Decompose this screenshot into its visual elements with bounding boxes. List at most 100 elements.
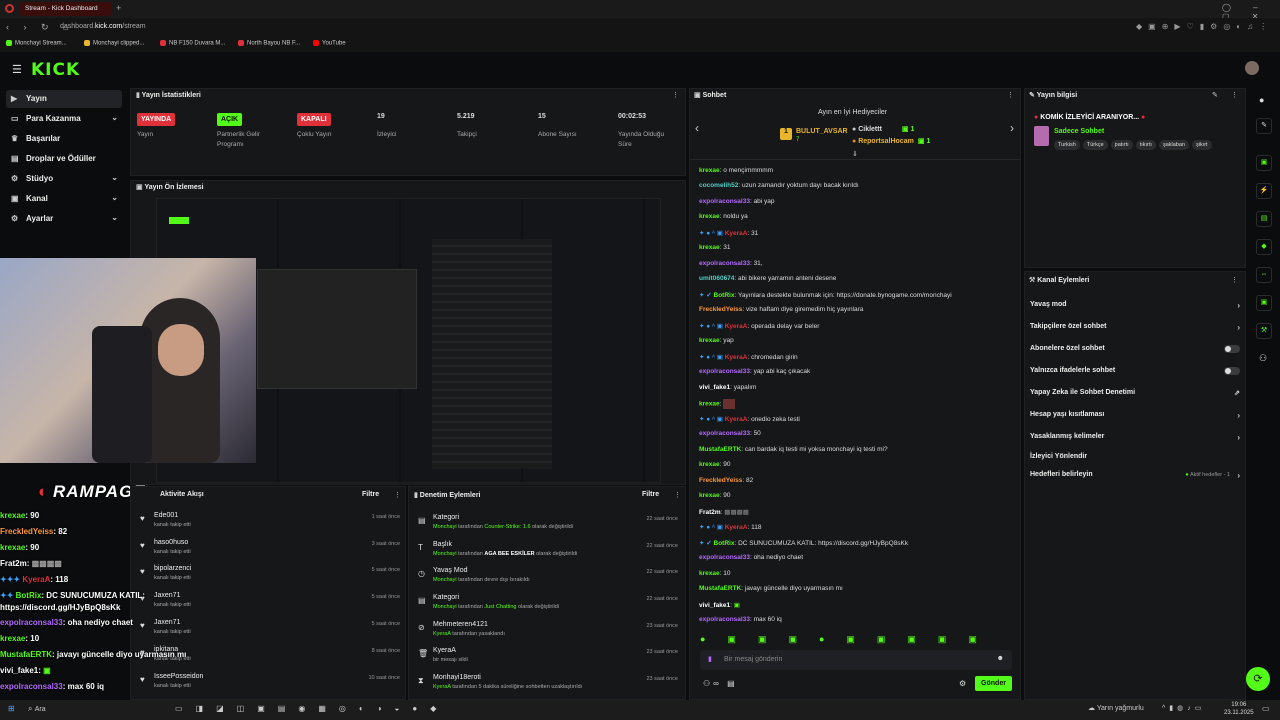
chat-input[interactable]: ▮ Bir mesaj gönderin ☻	[700, 650, 1012, 670]
chat-user[interactable]: vivi_fake1	[699, 384, 730, 391]
rail-button-7[interactable]: ⚒	[1256, 323, 1272, 339]
chat-user[interactable]: krexae	[699, 492, 720, 499]
chat-user[interactable]: expolraconsal33	[699, 368, 750, 375]
browser-menu-icon[interactable]	[5, 4, 14, 13]
chat-user[interactable]: krexae	[699, 461, 720, 468]
chat-user[interactable]: FreckledYeiss	[699, 477, 742, 484]
help-button[interactable]: ⟳	[1246, 667, 1270, 691]
rail-button-2[interactable]: ⚡	[1256, 183, 1272, 199]
chat-user[interactable]: MustafaERTK	[699, 446, 741, 453]
chat-user[interactable]: KyeraA	[725, 230, 748, 237]
emote-only-toggle[interactable]	[1224, 367, 1240, 375]
send-button[interactable]: Gönder	[975, 676, 1012, 691]
action-followers-only[interactable]: Takipçilere özel sohbet ›	[1030, 323, 1240, 343]
chat-user[interactable]: BotRix	[714, 292, 735, 299]
stats-more-icon[interactable]: ⋮	[672, 91, 679, 99]
tag[interactable]: tıkırtı	[1135, 140, 1156, 150]
chat-user[interactable]: expolraconsal33	[699, 616, 750, 623]
edit-icon[interactable]: ✎	[1212, 91, 1218, 99]
taskbar-apps[interactable]: ▭◨◪◫▣▤◉▦◎◐◑◒●◆	[175, 704, 449, 713]
chat-user[interactable]: KyeraA	[725, 416, 748, 423]
sidebar-item-droplar[interactable]: ▤ Droplar ve Ödüller	[6, 150, 122, 168]
chat-more-icon[interactable]: ⋮	[1007, 91, 1014, 99]
channel-actions-more-icon[interactable]: ⋮	[1231, 276, 1238, 284]
sidebar-item-studyo[interactable]: ⚙ Stüdyo ⌄	[6, 170, 122, 188]
notification-icon[interactable]: ▭	[1262, 704, 1270, 713]
tag[interactable]: Turkish	[1054, 140, 1080, 150]
chat-user[interactable]: expolraconsal33	[699, 554, 750, 561]
chat-user[interactable]: krexae	[699, 401, 720, 408]
moderation-more-icon[interactable]: ⋮	[674, 491, 681, 499]
chat-tools[interactable]: ⚇∞ ▤	[703, 679, 738, 688]
sidebar-item-basarilar[interactable]: ♛ Başarılar	[6, 130, 122, 148]
chat-user[interactable]: KyeraA	[725, 354, 748, 361]
extension-icons[interactable]: ◆▣⊕▶♡▮⚙◎◐♫⋮	[1136, 22, 1273, 31]
action-account-age[interactable]: Hesap yaşı kısıtlaması ›	[1030, 411, 1240, 431]
tag[interactable]: Türkçe	[1082, 140, 1108, 150]
activity-more-icon[interactable]: ⋮	[394, 491, 401, 499]
chat-user[interactable]: KyeraA	[725, 323, 748, 330]
new-tab-button[interactable]: +	[116, 3, 121, 13]
start-icon[interactable]: ⊞	[8, 704, 15, 713]
weather-widget[interactable]: ☁ Yarın yağmurlu	[1088, 704, 1144, 712]
chevron-down-icon[interactable]: ⇓	[852, 150, 858, 158]
rail-button-4[interactable]: ◆	[1256, 239, 1272, 255]
chat-user[interactable]: expolraconsal33	[699, 198, 750, 205]
chat-user[interactable]: krexae	[699, 244, 720, 251]
taskbar-search[interactable]: ⌕ Ara	[28, 704, 46, 714]
action-banned-words[interactable]: Yasaklanmış kelimeler ›	[1030, 433, 1240, 453]
menu-icon[interactable]: ☰	[12, 63, 22, 76]
stream-category[interactable]: Sadece Sohbet	[1054, 128, 1104, 135]
subs-only-toggle[interactable]	[1224, 345, 1240, 353]
browser-tab[interactable]: Stream - Kick Dashboard	[20, 2, 112, 16]
info-icon[interactable]: ●	[1259, 95, 1264, 105]
chat-user[interactable]: cocomelih52	[699, 182, 738, 189]
action-goals[interactable]: Hedefleri belirleyin ● Aktif hedefler - 1…	[1030, 471, 1240, 491]
sidebar-item-kanal[interactable]: ▣ Kanal ⌄	[6, 190, 122, 208]
emoji-icon[interactable]: ☻	[997, 655, 1004, 662]
tag[interactable]: şikırt	[1191, 140, 1212, 150]
emote-bar[interactable]: ●▣▣▣●▣▣▣▣▣	[700, 634, 1012, 645]
chat-user[interactable]: krexae	[699, 337, 720, 344]
chat-user[interactable]: krexae	[699, 570, 720, 577]
tag[interactable]: patırtı	[1110, 140, 1133, 150]
sidebar-item-para-kazanma[interactable]: ▭ Para Kazanma ⌄	[6, 110, 122, 128]
moderation-filter-button[interactable]: Filtre	[642, 491, 659, 498]
stream-info-more-icon[interactable]: ⋮	[1231, 91, 1238, 99]
activity-filter-button[interactable]: Filtre	[362, 491, 379, 498]
bookmark-2[interactable]: NB F150 Duvara M...	[160, 40, 225, 47]
url-field[interactable]: dashboard.kick.com/stream	[60, 23, 146, 30]
rail-button-3[interactable]: ▤	[1256, 211, 1272, 227]
action-raid[interactable]: İzleyici Yönlendir	[1030, 453, 1240, 473]
sidebar-item-ayarlar[interactable]: ⚙ Ayarlar ⌄	[6, 210, 122, 228]
rail-button-edit[interactable]: ✎	[1256, 118, 1272, 134]
chat-user[interactable]: MustafaERTK	[699, 585, 741, 592]
chat-user[interactable]: expolraconsal33	[699, 430, 750, 437]
chat-user[interactable]: umit060674	[699, 275, 734, 282]
rail-extra-icon[interactable]: ⚇	[1259, 353, 1267, 364]
bookmark-4[interactable]: YouTube	[313, 40, 346, 47]
sidebar-item-yayin[interactable]: ▶ Yayın	[6, 90, 122, 108]
chat-user[interactable]: krexae	[699, 167, 720, 174]
kick-logo[interactable]: KICK	[31, 60, 80, 80]
bookmark-3[interactable]: North Bayou NB F...	[238, 40, 300, 47]
action-ai-moderation[interactable]: Yapay Zeka ile Sohbet Denetimi ⇗	[1030, 389, 1240, 409]
chat-user[interactable]: krexae	[699, 213, 720, 220]
chevron-right-icon[interactable]: ›	[1010, 121, 1014, 135]
rail-button-6[interactable]: ▣	[1256, 295, 1272, 311]
tag[interactable]: şaklaban	[1158, 140, 1189, 150]
rail-button-1[interactable]: ▣	[1256, 155, 1272, 171]
system-tray[interactable]: ^▮◍♪▭	[1162, 704, 1205, 712]
bookmark-0[interactable]: Monchayi Stream...	[6, 40, 67, 47]
avatar[interactable]	[1245, 61, 1259, 75]
chat-user[interactable]: vivi_fake1	[699, 602, 730, 609]
clock[interactable]: 19:06 23.11.2025	[1224, 701, 1254, 717]
chat-settings-icon[interactable]: ⚙	[959, 679, 966, 688]
chevron-left-icon[interactable]: ‹	[695, 121, 699, 135]
chat-user[interactable]: KyeraA	[725, 524, 748, 531]
chat-user[interactable]: FreckledYeiss	[699, 306, 742, 313]
rail-button-5[interactable]: ⇔	[1256, 267, 1272, 283]
chat-user[interactable]: Frat2m	[699, 509, 721, 516]
action-slow-mode[interactable]: Yavaş mod ›	[1030, 301, 1240, 321]
chat-user[interactable]: expolraconsal33	[699, 260, 750, 267]
